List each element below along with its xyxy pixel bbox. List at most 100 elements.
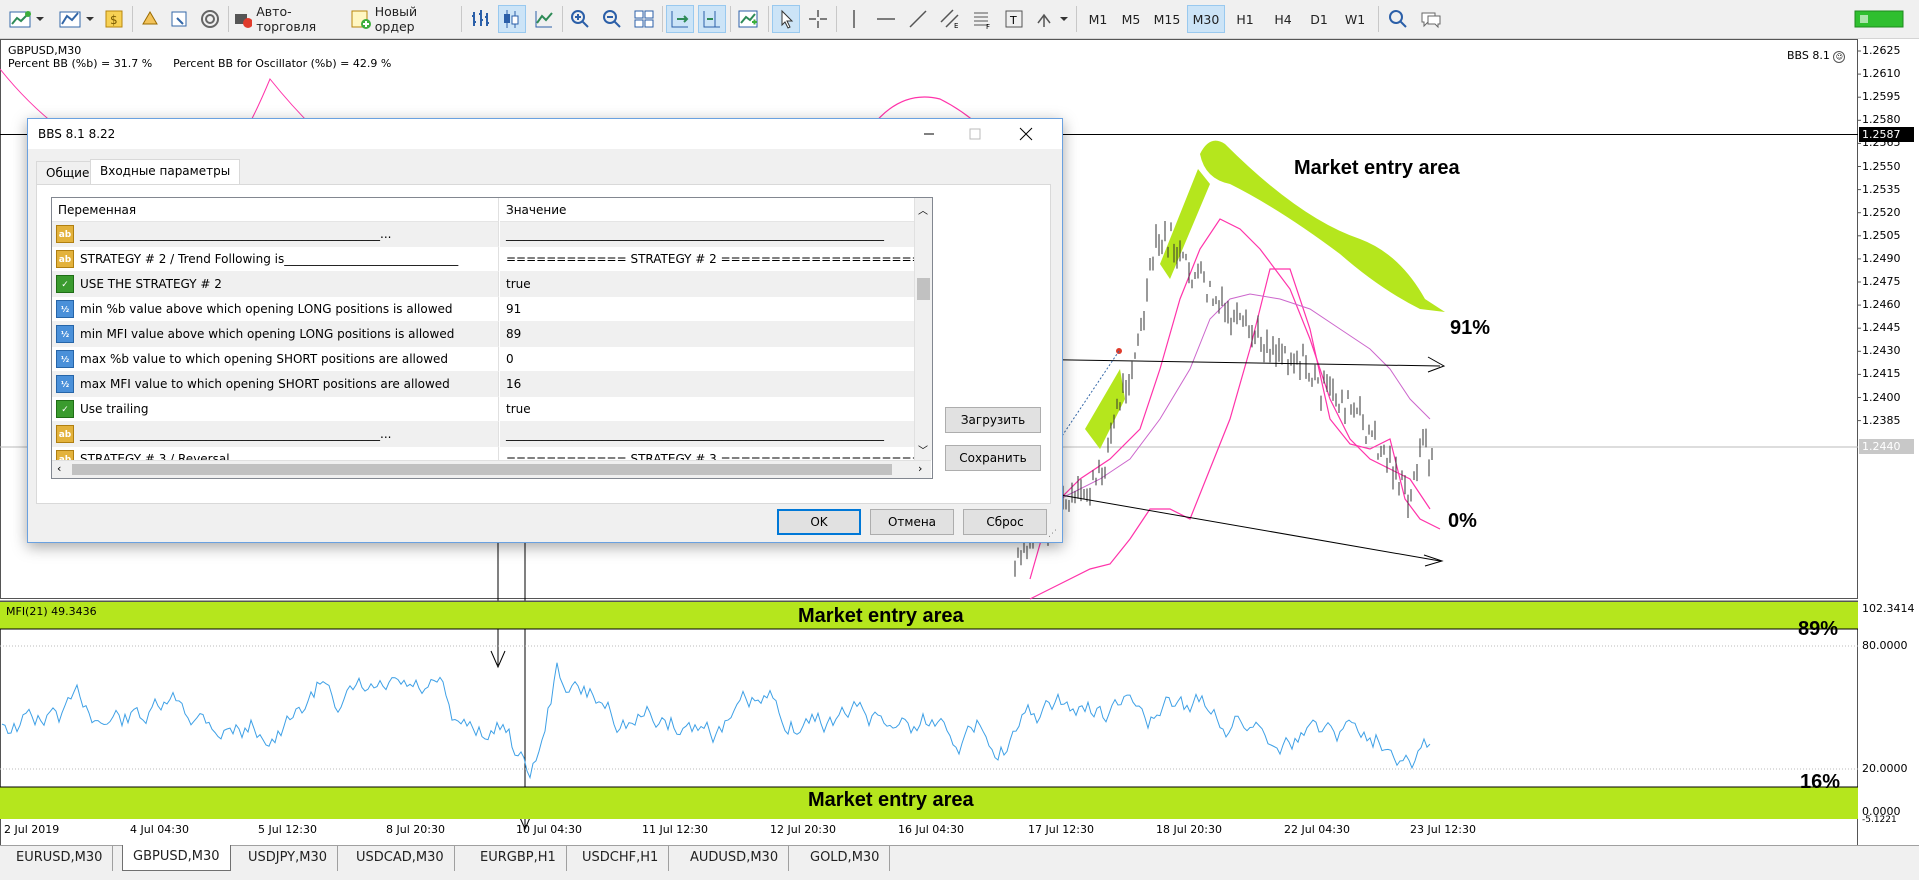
- search-icon[interactable]: [1384, 5, 1412, 33]
- parameter-row[interactable]: ½ min %b value above which opening LONG p…: [52, 297, 914, 322]
- scroll-thumb-vertical[interactable]: [917, 278, 930, 300]
- market-watch-icon[interactable]: $: [100, 5, 128, 33]
- tab-input-parameters[interactable]: Входные параметры: [90, 159, 241, 185]
- string-type-icon: ab: [56, 425, 74, 443]
- timeframe-d1[interactable]: D1: [1302, 5, 1336, 33]
- horizontal-line-icon[interactable]: [872, 5, 900, 33]
- parameter-name-cell[interactable]: ✓ Use trailing: [52, 397, 499, 422]
- price-tick-label: 1.2580: [1862, 113, 1901, 127]
- vertical-line-icon[interactable]: [840, 5, 868, 33]
- ok-button[interactable]: OK: [777, 509, 861, 535]
- fibonacci-icon[interactable]: F: [968, 5, 996, 33]
- scroll-left-icon[interactable]: ‹: [57, 462, 61, 475]
- timeframe-w1[interactable]: W1: [1338, 5, 1372, 33]
- maximize-button[interactable]: [952, 119, 998, 149]
- indicators-icon[interactable]: [734, 5, 762, 33]
- timeframe-m1[interactable]: M1: [1082, 5, 1114, 33]
- scroll-up-icon[interactable]: ︿: [918, 202, 928, 217]
- timeframe-h4[interactable]: H4: [1266, 5, 1300, 33]
- cursor-icon[interactable]: [772, 5, 800, 33]
- symbol-tab-usdchf[interactable]: USDCHF,H1: [572, 846, 670, 871]
- text-tool-icon[interactable]: T: [1000, 5, 1028, 33]
- reset-button[interactable]: Сброс: [963, 509, 1047, 535]
- parameter-value-cell[interactable]: ============ STRATEGY # 2 ==============…: [500, 247, 914, 272]
- expert-label[interactable]: BBS 8.1 ☺: [1787, 49, 1846, 63]
- parameter-name-cell[interactable]: ½ min MFI value above which opening LONG …: [52, 322, 499, 347]
- resize-grip-icon[interactable]: ⋰: [1048, 529, 1057, 539]
- profiles-button[interactable]: [56, 5, 96, 33]
- symbol-tab-eurusd[interactable]: EURUSD,M30: [6, 846, 114, 871]
- scroll-right-icon[interactable]: ›: [918, 462, 922, 475]
- bool-type-icon: ✓: [56, 400, 74, 418]
- timeframe-m30[interactable]: M30: [1187, 5, 1225, 33]
- trendline-icon[interactable]: [904, 5, 932, 33]
- parameter-row[interactable]: ab ______________________________________…: [52, 422, 914, 447]
- cancel-button[interactable]: Отмена: [870, 509, 954, 535]
- chat-icon[interactable]: [1416, 5, 1446, 33]
- symbol-tab-eurgbp[interactable]: EURGBP,H1: [470, 846, 567, 871]
- zoom-out-icon[interactable]: [598, 5, 626, 33]
- parameter-name-cell[interactable]: ½ max %b value to which opening SHORT pos…: [52, 347, 499, 372]
- bar-chart-icon[interactable]: [466, 5, 494, 33]
- auto-scroll-icon[interactable]: [666, 5, 694, 33]
- chart-shift-icon[interactable]: [698, 5, 726, 33]
- minimize-button[interactable]: [906, 119, 952, 149]
- signals-icon[interactable]: [196, 5, 224, 33]
- new-chart-button[interactable]: [6, 5, 46, 33]
- parameter-value-cell[interactable]: ________________________________________…: [500, 222, 914, 247]
- parameter-value-cell[interactable]: true: [500, 272, 914, 297]
- data-window-icon[interactable]: [166, 5, 194, 33]
- scroll-down-icon[interactable]: ﹀: [918, 442, 928, 457]
- candlestick-chart-icon[interactable]: [498, 5, 526, 33]
- auto-trading-button[interactable]: Авто-торговля: [232, 4, 344, 34]
- parameter-row[interactable]: ✓ Use trailing true: [52, 397, 914, 422]
- parameter-row[interactable]: ½ max MFI value to which opening SHORT po…: [52, 372, 914, 397]
- column-header-variable[interactable]: Переменная: [52, 198, 499, 222]
- timeframe-h1[interactable]: H1: [1228, 5, 1262, 33]
- scroll-thumb-horizontal[interactable]: [72, 464, 892, 475]
- parameter-value-cell[interactable]: 16: [500, 372, 914, 397]
- new-order-button[interactable]: Новый ордер: [350, 4, 456, 34]
- dialog-title-bar[interactable]: BBS 8.1 8.22: [28, 119, 1062, 149]
- parameter-value-cell[interactable]: 89: [500, 322, 914, 347]
- parameter-row[interactable]: ab STRATEGY # 2 / Trend Following is_____…: [52, 247, 914, 272]
- line-chart-icon[interactable]: [530, 5, 558, 33]
- parameter-name-cell[interactable]: ab ______________________________________…: [52, 222, 499, 247]
- parameter-name-cell[interactable]: ✓ USE THE STRATEGY # 2: [52, 272, 499, 297]
- parameter-row[interactable]: ab ______________________________________…: [52, 222, 914, 247]
- save-button[interactable]: Сохранить: [945, 445, 1041, 471]
- symbol-tab-usdjpy[interactable]: USDJPY,M30: [238, 846, 338, 871]
- crosshair-icon[interactable]: [804, 5, 832, 33]
- parameter-name-cell[interactable]: ab ______________________________________…: [52, 422, 499, 447]
- parameter-row[interactable]: ½ max %b value to which opening SHORT pos…: [52, 347, 914, 372]
- grid-horizontal-scrollbar[interactable]: ‹ ›: [52, 460, 931, 478]
- arrows-tool-icon[interactable]: [1032, 5, 1072, 33]
- column-header-value[interactable]: Значение: [500, 198, 914, 222]
- parameter-name-cell[interactable]: ½ min %b value above which opening LONG p…: [52, 297, 499, 322]
- parameter-value-cell[interactable]: ________________________________________…: [500, 422, 914, 447]
- close-button[interactable]: [998, 119, 1054, 149]
- equidistant-channel-icon[interactable]: E: [936, 5, 964, 33]
- parameter-row[interactable]: ½ min MFI value above which opening LONG …: [52, 322, 914, 347]
- parameter-name-cell[interactable]: ½ max MFI value to which opening SHORT po…: [52, 372, 499, 397]
- parameter-row[interactable]: ✓ USE THE STRATEGY # 2 true: [52, 272, 914, 297]
- symbol-tab-audusd[interactable]: AUDUSD,M30: [680, 846, 790, 871]
- grid-vertical-scrollbar[interactable]: ︿ ﹀: [914, 198, 932, 460]
- load-button[interactable]: Загрузить: [945, 407, 1041, 433]
- string-type-icon: ab: [56, 250, 74, 268]
- parameter-value-cell[interactable]: 0: [500, 347, 914, 372]
- parameter-value-cell[interactable]: true: [500, 397, 914, 422]
- time-tick-label: 22 Jul 04:30: [1284, 823, 1350, 836]
- symbol-tabs-bar: EURUSD,M30 GBPUSD,M30 USDJPY,M30 USDCAD,…: [0, 845, 1919, 880]
- tile-windows-icon[interactable]: [630, 5, 658, 33]
- symbol-tab-gbpusd[interactable]: GBPUSD,M30: [122, 845, 231, 871]
- symbol-tab-usdcad[interactable]: USDCAD,M30: [346, 846, 455, 871]
- zoom-in-icon[interactable]: [566, 5, 594, 33]
- symbol-tab-gold[interactable]: GOLD,M30: [800, 846, 891, 871]
- new-order-icon: [351, 10, 371, 29]
- navigator-icon[interactable]: [136, 5, 164, 33]
- timeframe-m5[interactable]: M5: [1114, 5, 1148, 33]
- parameter-name-cell[interactable]: ab STRATEGY # 2 / Trend Following is_____…: [52, 247, 499, 272]
- parameter-value-cell[interactable]: 91: [500, 297, 914, 322]
- timeframe-m15[interactable]: M15: [1148, 5, 1186, 33]
